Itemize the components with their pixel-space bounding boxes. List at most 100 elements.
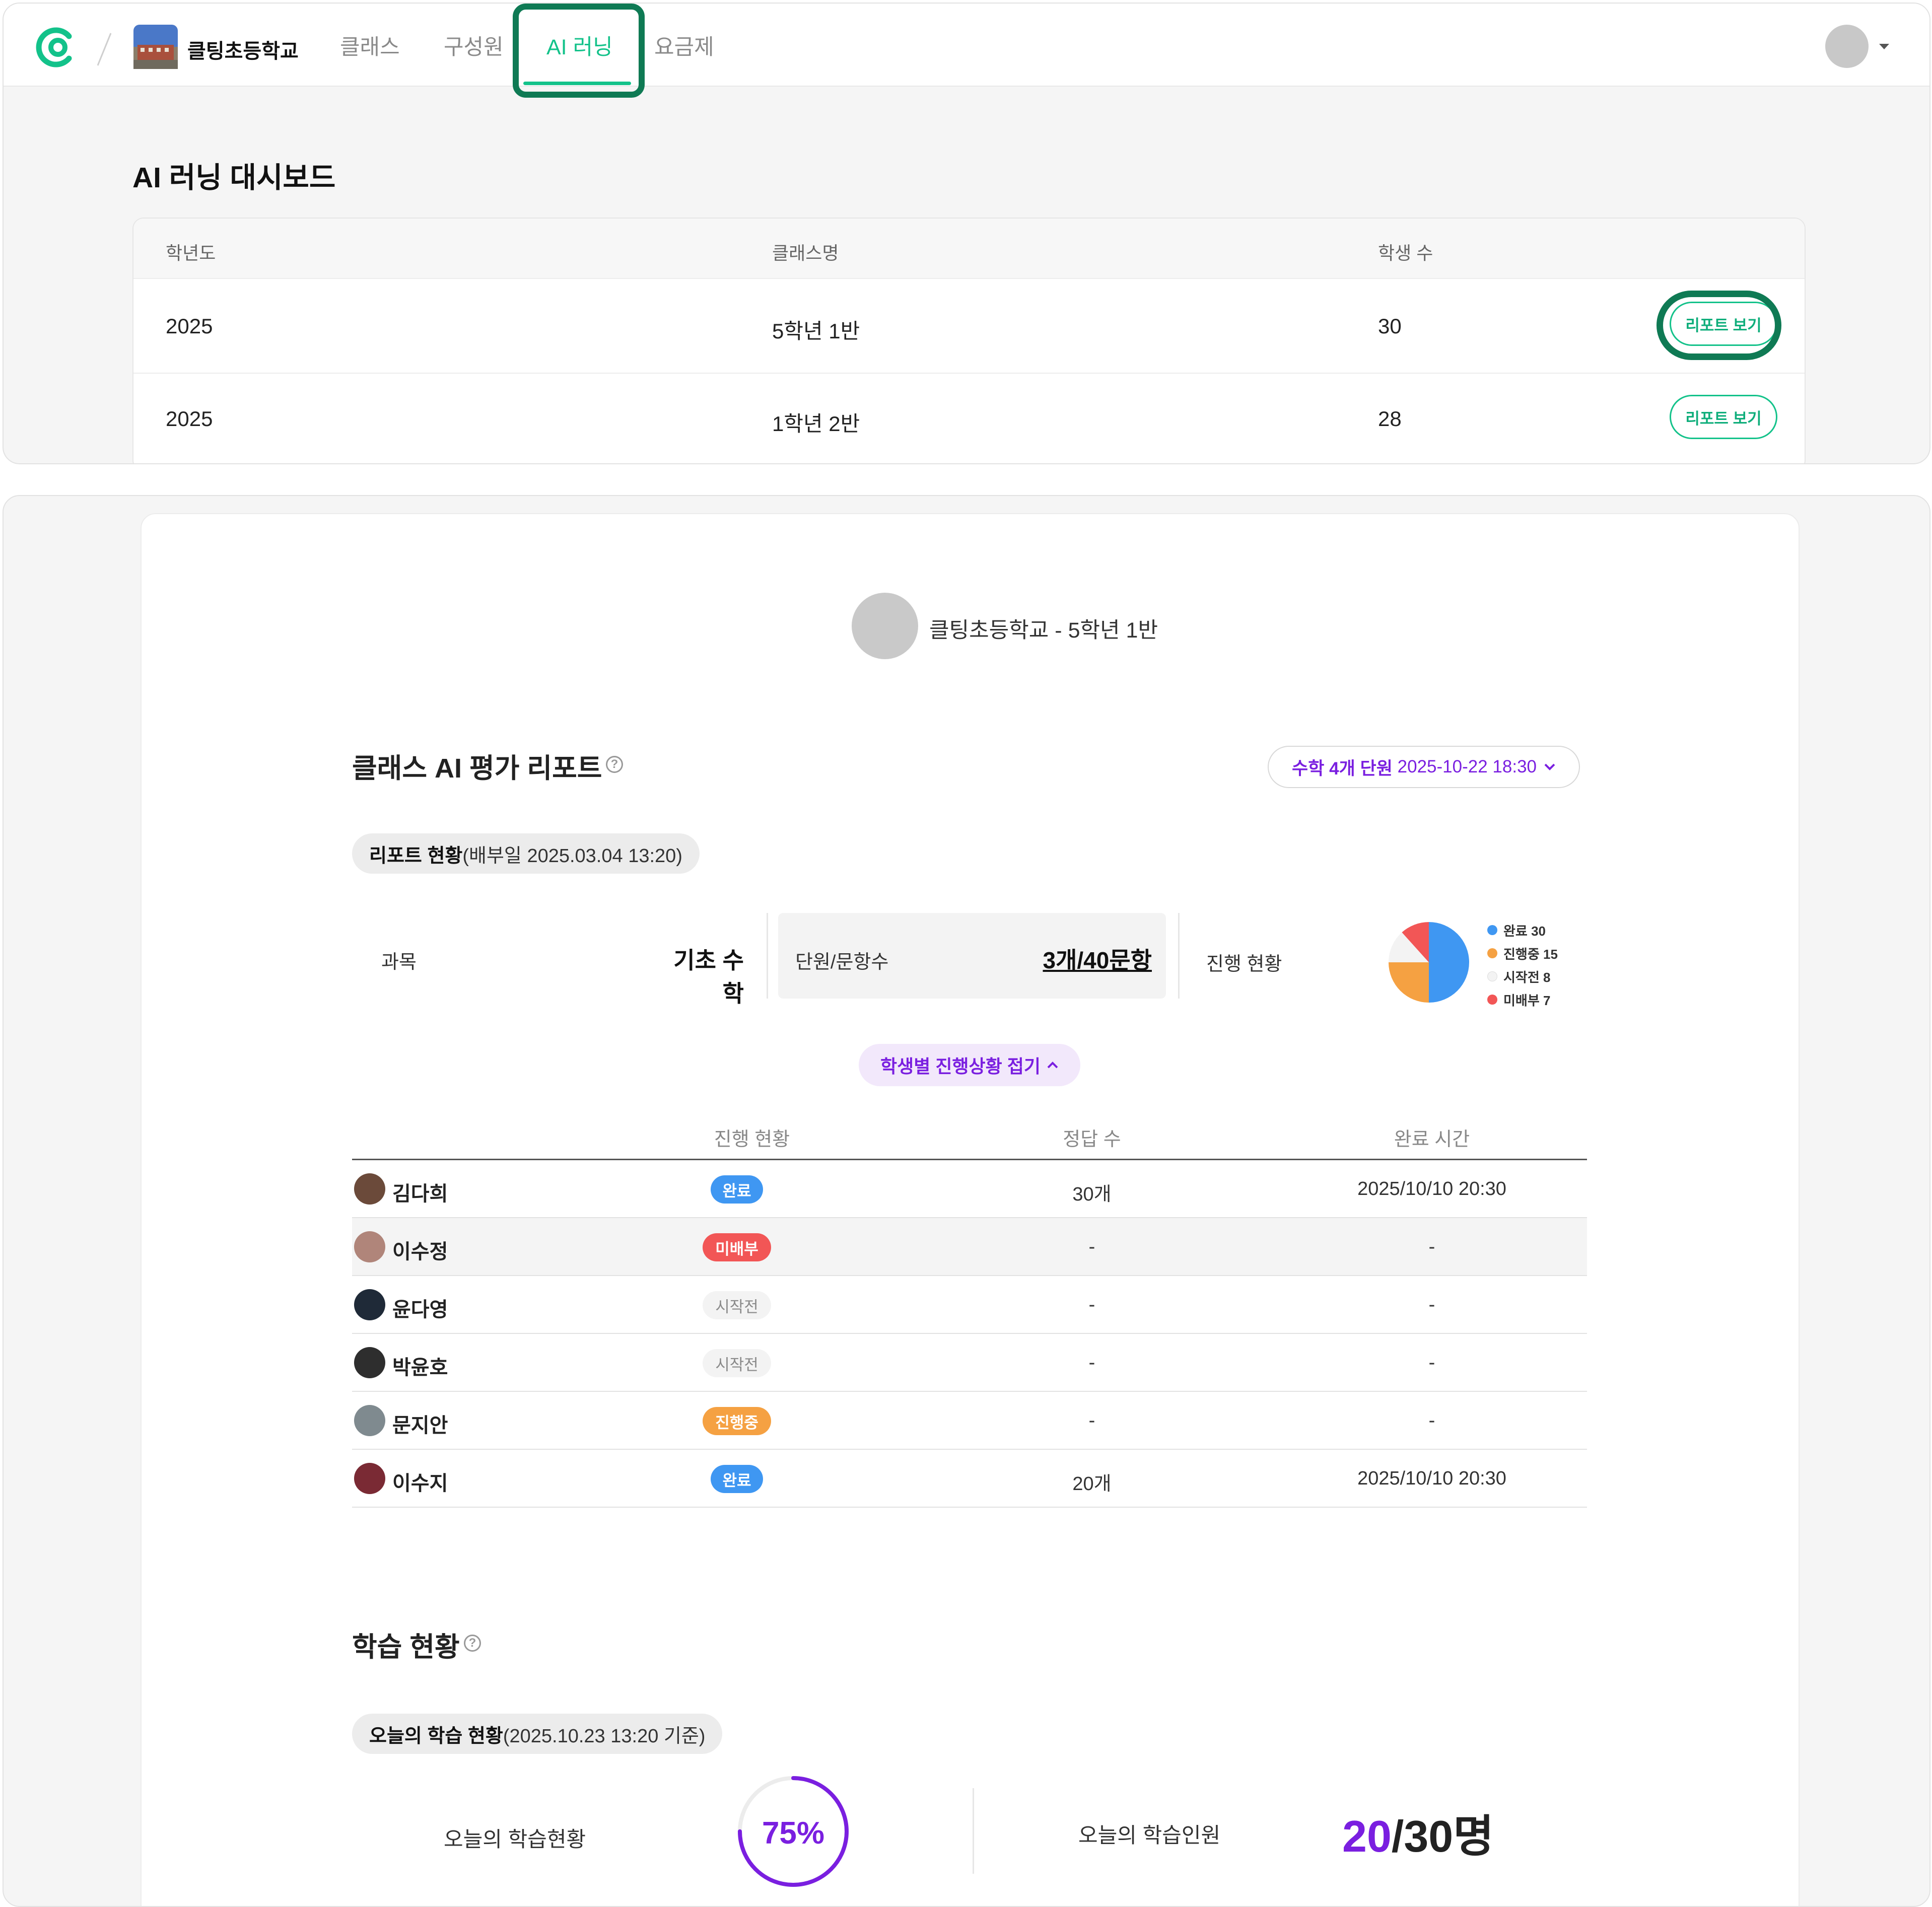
unit-selector-date: 2025-10-22 18:30 (1397, 757, 1537, 776)
units-value[interactable]: 3개/40문항 (1023, 942, 1152, 975)
tab-classes[interactable]: 클래스 (340, 30, 400, 61)
pie-slice-in-progress (1389, 962, 1429, 1003)
report-status-pill: 리포트 현황 (배부일 2025.03.04 13:20) (352, 833, 700, 874)
chevron-down-icon[interactable] (1878, 43, 1890, 51)
row1-student-count: 30 (1378, 314, 1402, 338)
legend-dot (1487, 948, 1497, 958)
table-row[interactable]: 이수지 완료 20개 2025/10/10 20:30 (352, 1450, 1587, 1508)
unit-selector-label: 수학 4개 단원 (1292, 758, 1393, 779)
legend-label: 완료 30 (1503, 923, 1546, 939)
correct-count: - (1088, 1294, 1095, 1315)
completion-time: - (1428, 1410, 1435, 1431)
tab-pricing[interactable]: 요금제 (654, 30, 714, 61)
report-button-highlight (1657, 291, 1781, 360)
table-row[interactable]: 김다희 완료 30개 2025/10/10 20:30 (352, 1160, 1587, 1218)
legend-label: 진행중 15 (1503, 946, 1558, 962)
student-name: 문지안 (392, 1415, 448, 1437)
column-header-correct: 정답 수 (1063, 1129, 1121, 1150)
summary-divider (1178, 913, 1180, 999)
correct-count: - (1088, 1352, 1095, 1373)
correct-count: - (1088, 1410, 1095, 1431)
class-avatar (852, 593, 918, 659)
legend-label: 미배부 7 (1503, 993, 1551, 1008)
completion-time: 2025/10/10 20:30 (1357, 1178, 1506, 1199)
student-name: 윤다영 (392, 1299, 448, 1321)
table-row[interactable]: 문지안 진행중 - - (352, 1392, 1587, 1450)
legend-item-not-started: 시작전 8 (1487, 965, 1598, 988)
chevron-down-icon (1544, 763, 1555, 770)
row2-report-button[interactable]: 리포트 보기 (1670, 395, 1777, 439)
status-badge: 시작전 (703, 1349, 771, 1377)
column-header-year: 학년도 (166, 243, 216, 263)
student-progress-toggle[interactable]: 학생별 진행상황 접기 (859, 1044, 1080, 1086)
app-logo-icon[interactable] (35, 26, 77, 68)
learning-status-date: (2025.10.23 13:20 기준) (503, 1725, 706, 1747)
unit-selector-dropdown[interactable]: 수학 4개 단원 2025-10-22 18:30 (1268, 746, 1580, 788)
row1-year: 2025 (166, 314, 213, 338)
student-name: 이수정 (392, 1241, 448, 1263)
toggle-label: 학생별 진행상황 접기 (880, 1056, 1041, 1077)
tab-members[interactable]: 구성원 (444, 30, 504, 61)
legend-item-unassigned: 미배부 7 (1487, 988, 1598, 1011)
legend-item-done: 완료 30 (1487, 919, 1598, 942)
row-divider (133, 373, 1805, 374)
student-avatar (354, 1405, 385, 1436)
student-name: 이수지 (392, 1472, 448, 1495)
bottom-panel: 클팅초등학교 - 5학년 1반 클래스 AI 평가 리포트 ? 수학 4개 단원… (3, 495, 1930, 1907)
learning-title: 학습 현황 (352, 1632, 460, 1662)
column-header-progress: 진행 현황 (714, 1129, 790, 1150)
legend-dot (1487, 971, 1497, 981)
school-thumbnail[interactable] (133, 25, 178, 69)
subject-label: 과목 (381, 952, 417, 973)
progress-label: 진행 현황 (1206, 954, 1282, 975)
status-badge: 완료 (711, 1465, 763, 1493)
learning-people-count: 20/30명 (1342, 1801, 1494, 1865)
correct-count: 30개 (1072, 1184, 1112, 1205)
row2-year: 2025 (166, 407, 213, 431)
class-label: 클팅초등학교 - 5학년 1반 (929, 618, 1158, 643)
report-status-date: (배부일 2025.03.04 13:20) (462, 845, 682, 867)
top-nav-bar: 클팅초등학교 클래스 구성원 AI 러닝 요금제 (4, 4, 1929, 98)
chevron-up-icon (1047, 1062, 1058, 1069)
student-name: 박윤호 (392, 1357, 448, 1379)
learning-status-pill: 오늘의 학습 현황 (2025.10.23 13:20 기준) (352, 1714, 723, 1754)
legend-label: 시작전 8 (1503, 969, 1551, 985)
report-status-label: 리포트 현황 (369, 845, 463, 867)
row2-class-name: 1학년 2반 (772, 412, 860, 436)
legend-dot (1487, 995, 1497, 1005)
school-name[interactable]: 클팅초등학교 (187, 35, 299, 64)
completion-time: - (1428, 1294, 1435, 1315)
student-avatar (354, 1173, 385, 1205)
student-name: 김다희 (392, 1183, 448, 1205)
user-avatar[interactable] (1825, 25, 1869, 68)
completion-time: 2025/10/10 20:30 (1357, 1468, 1506, 1489)
class-table: 학년도 클래스명 학생 수 2025 5학년 1반 30 리포트 보기 2025… (132, 218, 1806, 463)
breadcrumb-divider (97, 33, 112, 66)
learning-people-current: 20 (1342, 1811, 1392, 1861)
column-header-class: 클래스명 (772, 243, 839, 263)
table-row[interactable]: 윤다영 시작전 - - (352, 1276, 1587, 1334)
report-card: 클팅초등학교 - 5학년 1반 클래스 AI 평가 리포트 ? 수학 4개 단원… (141, 513, 1800, 1906)
help-icon[interactable]: ? (606, 756, 623, 773)
student-avatar (354, 1347, 385, 1378)
student-avatar (354, 1463, 385, 1494)
legend-dot (1487, 925, 1497, 935)
help-icon[interactable]: ? (464, 1635, 481, 1652)
subject-value: 기초 수학 (673, 947, 744, 1007)
status-badge: 진행중 (703, 1407, 771, 1435)
row-divider (352, 1507, 1587, 1508)
status-badge: 미배부 (703, 1233, 771, 1261)
table-row[interactable]: 박윤호 시작전 - - (352, 1334, 1587, 1392)
pie-legend: 완료 30 진행중 15 시작전 8 미배부 7 (1487, 919, 1598, 1011)
status-badge: 시작전 (703, 1291, 771, 1319)
legend-item-in-progress: 진행중 15 (1487, 942, 1598, 965)
pie-slice-done (1429, 922, 1469, 1003)
progress-pie-chart (1389, 922, 1469, 1003)
learning-people-label: 오늘의 학습인원 (1078, 1823, 1221, 1847)
completion-time: - (1428, 1352, 1435, 1373)
units-label: 단원/문항수 (795, 952, 889, 973)
learning-status-label: 오늘의 학습 현황 (369, 1725, 503, 1747)
learning-rate-value: 75% (762, 1816, 825, 1851)
top-panel: 클팅초등학교 클래스 구성원 AI 러닝 요금제 AI 러닝 대시보드 학년도 … (3, 3, 1930, 464)
table-row[interactable]: 이수정 미배부 - - (352, 1218, 1587, 1276)
